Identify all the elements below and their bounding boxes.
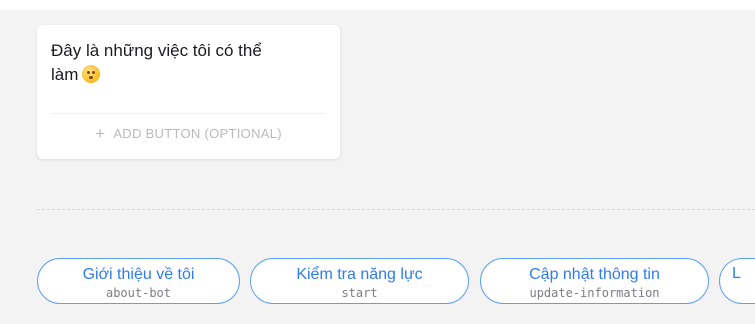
top-strip [0, 0, 755, 10]
quick-reply-id: update-information [529, 286, 660, 300]
quick-reply-id: start [341, 286, 378, 300]
message-line-2: làm [51, 65, 79, 84]
quick-reply-label: Kiểm tra năng lực [296, 266, 423, 283]
message-card: Đây là những việc tôi có thể làm + ADD BU… [37, 25, 340, 159]
quick-reply-start[interactable]: Kiểm tra năng lực start [250, 258, 469, 304]
section-divider [37, 209, 755, 210]
quick-reply-label: L [732, 265, 741, 282]
add-button-label: ADD BUTTON (OPTIONAL) [113, 126, 282, 141]
kissing-face-emoji-icon [82, 65, 101, 83]
card-divider [51, 113, 326, 114]
quick-reply-id: about-bot [105, 286, 172, 300]
add-button[interactable]: + ADD BUTTON (OPTIONAL) [37, 121, 340, 145]
plus-icon: + [95, 124, 106, 143]
quick-reply-update-information[interactable]: Cập nhật thông tin update-information [480, 258, 709, 304]
quick-reply-label: Giới thiệu về tôi [82, 266, 195, 283]
message-text[interactable]: Đây là những việc tôi có thể làm [51, 39, 321, 87]
message-line-1: Đây là những việc tôi có thể [51, 41, 262, 60]
quick-reply-partial[interactable]: L [719, 258, 755, 304]
quick-reply-about-bot[interactable]: Giới thiệu về tôi about-bot [37, 258, 240, 304]
quick-reply-label: Cập nhật thông tin [529, 266, 660, 283]
